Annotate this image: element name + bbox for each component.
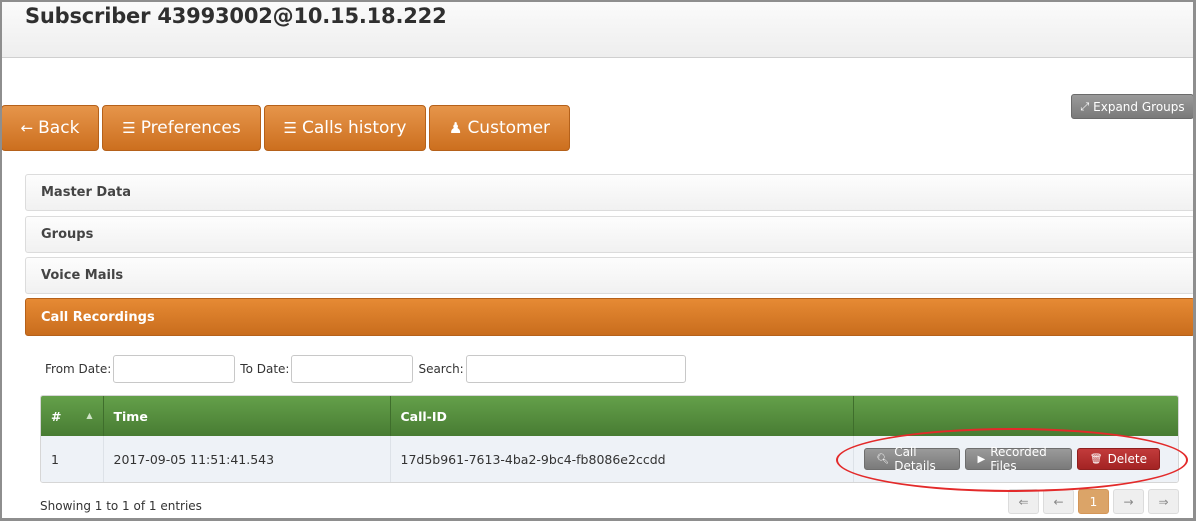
panel-voice-mails[interactable]: Voice Mails (25, 257, 1195, 294)
column-label: # (51, 408, 62, 424)
resize-full-icon: ⤢ (1080, 99, 1090, 113)
play-icon: ▶ (977, 453, 986, 465)
button-label: Call Details (894, 445, 936, 473)
column-header-number[interactable]: # ▲ (41, 396, 104, 436)
panel-master-data[interactable]: Master Data (25, 174, 1195, 211)
list-icon: ☰ (283, 118, 297, 137)
calls-history-button-label: Calls history (301, 118, 407, 138)
column-label: Time (113, 408, 148, 424)
expand-groups-label: Expand Groups (1093, 99, 1185, 114)
pagination: ⇐ ← 1 → ⇒ (1008, 489, 1179, 514)
delete-button[interactable]: 🗑︎ Delete (1076, 448, 1160, 470)
button-label: Delete (1107, 452, 1147, 466)
column-label: Call-ID (400, 408, 447, 424)
page-button-current[interactable]: 1 (1078, 489, 1109, 514)
trash-icon: 🗑︎ (1089, 453, 1103, 465)
panel-title: Groups (41, 227, 94, 242)
call-details-button[interactable]: 🔍︎ Call Details (863, 445, 960, 473)
table-header-row: # ▲ Time Call-ID (41, 396, 1178, 436)
panel-title: Voice Mails (41, 268, 124, 283)
panel-title: Call Recordings (41, 309, 155, 325)
expand-groups-button[interactable]: ⤢ Expand Groups (1071, 94, 1194, 119)
back-button[interactable]: ← Back (1, 105, 99, 151)
sort-ascending-icon: ▲ (86, 411, 93, 420)
column-header-actions (853, 396, 1178, 436)
panel-title: Master Data (41, 185, 131, 200)
panel-call-recordings[interactable]: Call Recordings (25, 298, 1195, 336)
from-date-input[interactable] (113, 355, 236, 383)
recordings-table: # ▲ Time Call-ID 1 2017-09-05 11:51:41.5… (40, 395, 1179, 483)
page-header: Subscriber 43993002@10.15.18.222 (0, 0, 1196, 58)
page-title: Subscriber 43993002@10.15.18.222 (25, 4, 447, 28)
arrow-left-icon: ← (20, 118, 34, 137)
next-page-button[interactable]: → (1113, 489, 1144, 514)
to-date-input[interactable] (291, 355, 414, 383)
list-icon: ☰ (122, 118, 136, 137)
search-label: Search: (418, 362, 464, 376)
user-icon: ♟ (448, 118, 463, 137)
customer-button[interactable]: ♟ Customer (429, 105, 570, 151)
cell-call-id: 17d5b961-7613-4ba2-9bc4-fb8086e2ccdd (390, 436, 854, 482)
from-date-label: From Date: (45, 362, 112, 376)
preferences-button[interactable]: ☰ Preferences (102, 105, 261, 151)
cell-number: 1 (41, 436, 104, 482)
to-date-label: To Date: (240, 362, 290, 376)
recorded-files-button[interactable]: ▶ Recorded Files (964, 445, 1072, 473)
filter-bar: From Date: To Date: Search: (45, 355, 691, 383)
cell-actions: 🔍︎ Call Details ▶ Recorded Files 🗑︎ Dele… (853, 436, 1178, 482)
first-page-button[interactable]: ⇐ (1008, 489, 1039, 514)
panel-groups[interactable]: Groups (25, 216, 1195, 253)
back-button-label: Back (38, 118, 80, 138)
customer-button-label: Customer (467, 118, 551, 138)
search-input[interactable] (465, 355, 686, 383)
column-header-call-id[interactable]: Call-ID (390, 396, 854, 436)
table-row: 1 2017-09-05 11:51:41.543 17d5b961-7613-… (41, 436, 1178, 482)
button-label: Recorded Files (990, 445, 1047, 473)
calls-history-button[interactable]: ☰ Calls history (264, 105, 426, 151)
preferences-button-label: Preferences (140, 118, 241, 138)
search-icon: 🔍︎ (876, 453, 890, 465)
table-info: Showing 1 to 1 of 1 entries (40, 499, 202, 513)
last-page-button[interactable]: ⇒ (1148, 489, 1179, 514)
previous-page-button[interactable]: ← (1043, 489, 1074, 514)
cell-time: 2017-09-05 11:51:41.543 (103, 436, 391, 482)
column-header-time[interactable]: Time (103, 396, 391, 436)
